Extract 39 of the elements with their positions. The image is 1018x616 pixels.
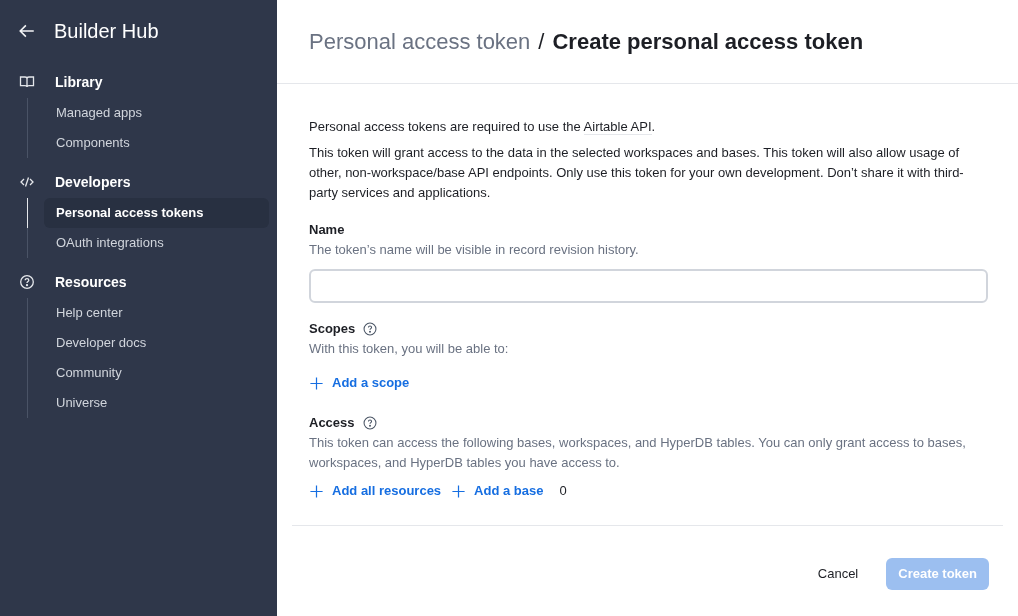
sidebar-item[interactable]: Help center bbox=[44, 298, 269, 328]
sidebar-item[interactable]: Components bbox=[44, 128, 269, 158]
sidebar-title: Builder Hub bbox=[54, 19, 159, 44]
sidebar-item[interactable]: Universe bbox=[44, 388, 269, 418]
help-icon[interactable] bbox=[362, 416, 377, 430]
plus-icon bbox=[309, 375, 324, 391]
plus-icon bbox=[309, 483, 324, 499]
breadcrumb-separator: / bbox=[538, 28, 545, 56]
add-link[interactable]: Add a base bbox=[451, 481, 544, 501]
sidebar-item[interactable]: Managed apps bbox=[44, 98, 269, 128]
back-button[interactable] bbox=[18, 22, 36, 40]
field-label: Scopes bbox=[309, 320, 356, 338]
field-hint: The token’s name will be visible in record revision history. bbox=[309, 241, 640, 259]
field-hint: This token can access the following bases, workspaces, and HyperDB tables. You can only grant access to bases, workspaces, and HyperDB tables you have access to. bbox=[309, 434, 967, 472]
name-input[interactable] bbox=[309, 269, 988, 303]
field-label: Name bbox=[309, 221, 346, 239]
help-icon bbox=[19, 274, 35, 290]
sidebar-item[interactable]: Community bbox=[44, 358, 269, 388]
add-link[interactable]: Add all resources bbox=[309, 481, 442, 501]
intro-text: Personal access tokens are required to use the Airtable API. bbox=[309, 118, 657, 137]
add-link[interactable]: Add a scope bbox=[309, 373, 410, 393]
field-hint: With this token, you will be able to: bbox=[309, 340, 510, 358]
sidebar-item[interactable]: Developer docs bbox=[44, 328, 269, 358]
plus-icon bbox=[451, 483, 467, 499]
section-heading: Developers bbox=[55, 172, 131, 192]
cancel-button[interactable]: Cancel bbox=[809, 564, 867, 584]
arrow-left-icon bbox=[18, 22, 36, 40]
breadcrumb-link[interactable]: Personal access token bbox=[309, 25, 531, 58]
description-text: This token will grant access to the data in the selected workspaces and bases. This token will also allow usage of other, non-workspace/base API endpoints. Only use this token for your own development. Don’t share it with third-party services and applications. bbox=[309, 144, 965, 202]
help-icon[interactable] bbox=[363, 322, 378, 336]
sidebar-item[interactable]: OAuth integrations bbox=[44, 228, 269, 258]
section-heading: Resources bbox=[55, 272, 127, 292]
book-icon bbox=[19, 74, 35, 90]
page-title: Create personal access token bbox=[552, 28, 864, 56]
field-label: Access bbox=[309, 414, 355, 432]
api-link[interactable]: Airtable API bbox=[583, 119, 652, 135]
sidebar-item[interactable]: Personal access tokens bbox=[44, 198, 269, 228]
section-heading: Library bbox=[55, 72, 103, 92]
resource-count: 0 bbox=[559, 482, 567, 500]
